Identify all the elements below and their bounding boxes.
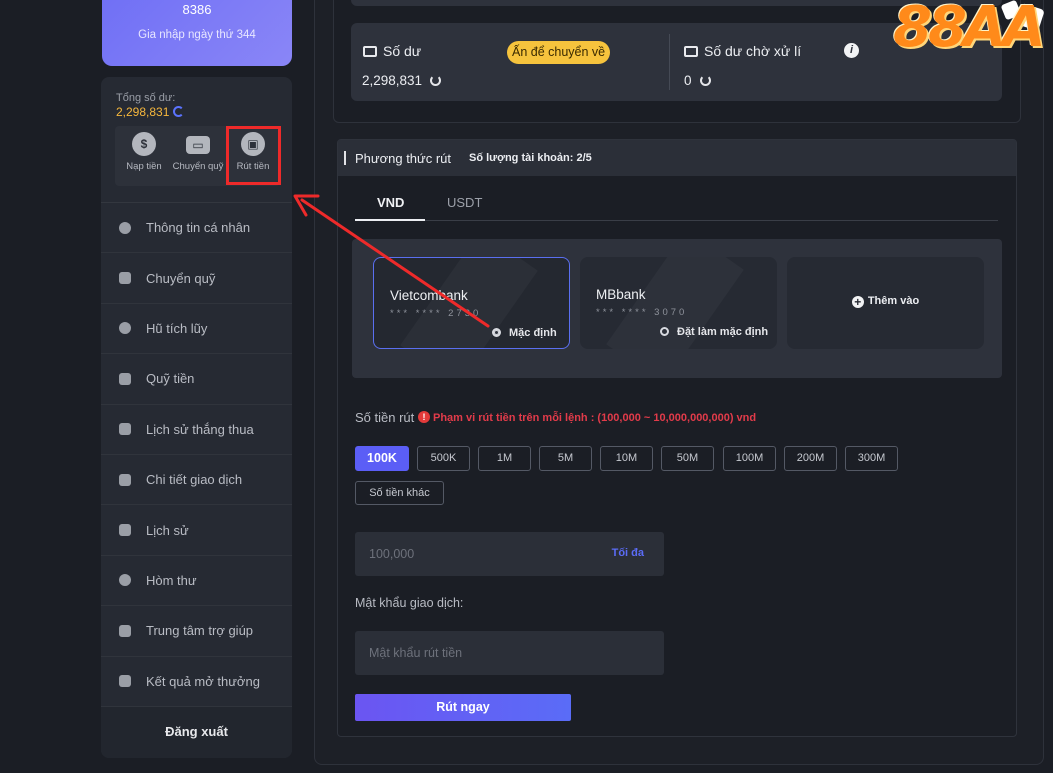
bank-card-mbbank[interactable]: MBbank *** **** 3070 Đặt làm mặc định [580,257,777,349]
balance-divider [669,34,670,90]
bank-account-number: *** **** 3070 [596,307,688,318]
pending-balance-label: Số dư chờ xử lí [684,43,801,59]
sidebar-item-transactions[interactable]: Chi tiết giao dịch [101,455,292,506]
amount-input[interactable] [369,532,589,576]
deposit-button[interactable]: $ Nạp tiền [117,132,171,172]
bell-icon [119,574,131,587]
bank-name: MBbank [596,287,646,302]
total-balance-value: 2,298,831 [116,105,185,119]
balance-value: 2,298,831 [362,73,442,88]
amount-option-1m[interactable]: 1M [478,446,531,471]
sidebar-item-history[interactable]: Lịch sử [101,505,292,556]
add-bank-button[interactable]: + Thêm vào [787,257,984,349]
default-status[interactable]: Mặc định [492,327,557,339]
password-field [355,631,664,675]
sidebar-item-help[interactable]: Trung tâm trợ giúp [101,606,292,657]
bank-account-number: *** **** 2730 [390,308,482,319]
join-days: Gia nhập ngày thứ 344 [138,29,256,41]
tab-vnd[interactable]: VND [377,195,404,210]
title-accent-bar [344,151,346,165]
wallet-icon [363,46,377,57]
set-default-button[interactable]: Đặt làm mặc định [660,326,768,338]
sidebar-item-profile[interactable]: Thông tin cá nhân [101,203,292,254]
alert-icon: ! [418,411,430,423]
account-count: Số lượng tài khoản: 2/5 [469,152,592,164]
refresh-icon[interactable] [430,75,442,86]
transfer-button[interactable]: ▭ Chuyển quỹ [171,132,225,172]
info-icon[interactable]: i [844,43,859,58]
radio-icon [660,327,669,336]
tab-active-indicator [355,219,425,221]
savings-icon [119,322,131,335]
amount-option-10m[interactable]: 10M [600,446,653,471]
brand-logo: 88AA [893,0,1046,60]
sidebar-menu: Thông tin cá nhân Chuyển quỹ Hũ tích lũy… [101,203,292,707]
profile-card: 8386 Gia nhập ngày thứ 344 [102,0,292,66]
amount-label: Số tiền rút [355,410,415,425]
pending-balance-value: 0 [684,73,711,88]
plus-icon: + [851,296,864,308]
wallet-icon [684,46,698,57]
tab-usdt[interactable]: USDT [447,195,482,210]
amount-option-300m[interactable]: 300M [845,446,898,471]
amount-option-500k[interactable]: 500K [417,446,470,471]
sidebar-item-transfer[interactable]: Chuyển quỹ [101,253,292,304]
amount-option-100m[interactable]: 100M [723,446,776,471]
user-id: 8386 [182,2,212,17]
withdraw-range-notice: Phạm vi rút tiền trên mỗi lệnh : (100,00… [433,412,757,424]
password-label: Mật khẩu giao dịch: [355,596,464,610]
bank-name: Vietcombank [390,288,468,303]
withdraw-password-input[interactable] [369,631,589,675]
tab-divider [355,220,998,221]
sidebar-item-savings[interactable]: Hũ tích lũy [101,304,292,355]
amount-option-200m[interactable]: 200M [784,446,837,471]
sidebar-item-results[interactable]: Kết quả mở thưởng [101,657,292,707]
wallet-icon: ▭ [186,136,210,154]
sidebar-item-fund[interactable]: Quỹ tiền [101,354,292,405]
transactions-icon [119,473,131,486]
deposit-icon: $ [132,132,156,156]
balance-label: Số dư [363,43,421,59]
amount-option-100k[interactable]: 100K [355,446,409,471]
book-icon [119,624,131,637]
amount-option-5m[interactable]: 5M [539,446,592,471]
total-balance-label: Tổng số dư: [116,92,176,104]
amount-field: Tối đa [355,532,664,576]
other-amount-button[interactable]: Số tiền khác [355,481,444,505]
radio-selected-icon [492,328,501,337]
user-icon [119,221,131,234]
withdraw-highlight-box [226,126,281,185]
withdraw-method-title: Phương thức rút [355,151,452,166]
sidebar-item-mailbox[interactable]: Hòm thư [101,556,292,607]
max-amount-button[interactable]: Tối đa [612,547,644,559]
wallet-icon [119,272,131,285]
transfer-back-button[interactable]: Ấn để chuyển về [507,41,611,64]
refresh-icon[interactable] [173,106,185,117]
amount-option-50m[interactable]: 50M [661,446,714,471]
coins-icon [119,524,131,537]
logout-button[interactable]: Đăng xuất [101,707,292,758]
trophy-icon [119,675,131,688]
fund-icon [119,372,131,385]
refresh-icon[interactable] [699,75,711,86]
withdraw-now-button[interactable]: Rút ngay [355,694,571,721]
sidebar-item-win-loss-history[interactable]: Lịch sử thắng thua [101,405,292,455]
history-icon [119,423,131,436]
bank-card-vietcombank[interactable]: Vietcombank *** **** 2730 Mặc định [373,257,570,349]
